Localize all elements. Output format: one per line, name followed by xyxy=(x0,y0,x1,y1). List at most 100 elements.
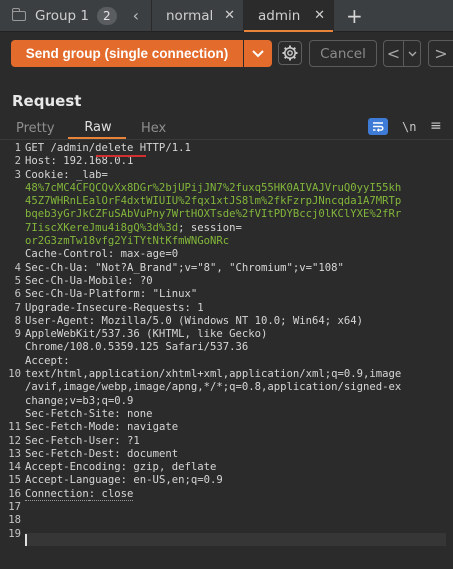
header-value: : close xyxy=(88,487,134,501)
request-pane-title: Request xyxy=(12,92,82,110)
cancel-button[interactable]: Cancel xyxy=(309,40,377,67)
line-number xyxy=(0,341,21,354)
line-number xyxy=(0,248,21,261)
request-toolbar: Send group (single connection) Cancel < … xyxy=(0,40,453,68)
spellcheck-underline xyxy=(96,155,146,157)
line-number xyxy=(0,208,21,221)
code-line: Accept-Language: en-US,en;q=0.9 xyxy=(25,474,448,487)
header-value: text/html,application/xhtml+xml,applicat… xyxy=(25,368,402,381)
line-number xyxy=(0,355,21,368)
word-wrap-button[interactable] xyxy=(368,118,388,135)
header-value: : ?0 xyxy=(127,274,153,287)
line-number: 19 xyxy=(8,527,21,540)
header-value: AppleWebKit/537.36 (KHTML, like Gecko) xyxy=(25,328,268,341)
line-number xyxy=(0,182,21,195)
header-value: : document xyxy=(114,447,179,460)
header-name: Cache-Control xyxy=(25,248,108,261)
line-number xyxy=(0,381,21,394)
line-number: 1 xyxy=(14,142,21,154)
line-number: 4 xyxy=(14,261,21,274)
send-group-button[interactable]: Send group (single connection) xyxy=(11,40,243,67)
code-line: Cookie: _lab= xyxy=(25,169,448,182)
header-value: : none xyxy=(114,407,153,420)
line-number: 9 xyxy=(14,328,21,341)
header-value: : gzip, deflate xyxy=(120,461,217,474)
header-name: Accept xyxy=(25,354,64,367)
header-name: Sec-Fetch-User xyxy=(25,434,115,447)
raw-request-editor[interactable]: 1 2 3 4 5 6 7 8 9 10 11 12 13 14 15 16 17 18 19 GET /admin… xyxy=(0,142,453,569)
header-value: : Mozilla/5.0 (Windows NT 10.0; Win64; x… xyxy=(88,314,364,327)
header-name: Sec-Fetch-Mode xyxy=(25,421,115,434)
line-number: 3 xyxy=(14,168,21,181)
code-line: /avif,image/webp,image/apng,*/*;q=0.8,ap… xyxy=(25,381,448,394)
header-name: Connection xyxy=(25,487,89,501)
code-line: Sec-Ch-Ua: "Not?A_Brand";v="8", "Chromiu… xyxy=(25,262,448,275)
line-number: 11 xyxy=(8,421,21,434)
settings-button[interactable] xyxy=(278,41,302,65)
line-number: 2 xyxy=(14,155,21,168)
hamburger-menu-icon[interactable]: ≡ xyxy=(430,118,442,134)
line-number: 8 xyxy=(14,314,21,327)
code-line: AppleWebKit/537.36 (KHTML, like Gecko) xyxy=(25,328,448,341)
active-tab-indicator xyxy=(68,137,126,139)
close-icon[interactable]: ✕ xyxy=(314,8,325,23)
code-line: text/html,application/xhtml+xml,applicat… xyxy=(25,368,448,381)
code-line: Upgrade-Insecure-Requests: 1 xyxy=(25,302,448,315)
add-tab-button[interactable]: + xyxy=(334,0,375,31)
tab-pretty[interactable]: Pretty xyxy=(16,121,55,136)
send-options-dropdown[interactable] xyxy=(244,40,272,67)
header-value: Chrome/108.0.5359.125 Safari/537.36 xyxy=(25,341,249,354)
line-number: 6 xyxy=(14,288,21,301)
close-icon[interactable]: ✕ xyxy=(224,8,235,23)
code-line: 48%7cMC4CFQCQvXx8DGr%2bjUPijJN7%2fuxq55H… xyxy=(25,182,448,195)
header-name: Accept-Language xyxy=(25,474,121,487)
header-value: : en-US,en;q=0.9 xyxy=(120,474,223,487)
show-newlines-toggle[interactable]: \n xyxy=(402,120,416,134)
line-number: 10 xyxy=(8,368,21,381)
code-line: User-Agent: Mozilla/5.0 (Windows NT 10.0… xyxy=(25,315,448,328)
chevron-left-icon[interactable]: ‹ xyxy=(133,6,143,25)
code-line: Host: 192.168.0.1 xyxy=(25,155,448,168)
line-number xyxy=(0,222,21,235)
line-number: 5 xyxy=(14,274,21,287)
request-text[interactable]: GET /admin/delete HTTP/1.1 Host: 192.168.… xyxy=(25,142,448,528)
line-number: 18 xyxy=(8,514,21,527)
code-line: Cache-Control: max-age=0 xyxy=(25,248,448,261)
header-value: : _lab= xyxy=(63,168,108,181)
header-name: Host xyxy=(25,155,51,168)
code-line: Sec-Fetch-Dest: document xyxy=(25,448,448,461)
line-number: 17 xyxy=(8,501,21,514)
header-value: : max-age=0 xyxy=(107,248,179,261)
code-line: Sec-Ch-Ua-Platform: "Linux" xyxy=(25,288,448,301)
header-name: Cookie xyxy=(25,168,64,181)
line-number: 12 xyxy=(8,434,21,447)
code-line: Chrome/108.0.5359.125 Safari/537.36 xyxy=(25,341,448,354)
tab-normal[interactable]: normal ✕ xyxy=(152,0,244,31)
line-number xyxy=(0,195,21,208)
text-caret xyxy=(25,534,27,546)
next-button[interactable]: > xyxy=(428,40,453,67)
code-line: Sec-Fetch-User: ?1 xyxy=(25,435,448,448)
header-name: Sec-Ch-Ua-Mobile xyxy=(25,274,128,287)
line-number xyxy=(0,235,21,248)
header-value: /avif,image/webp,image/apng,*/*;q=0.8,ap… xyxy=(25,381,402,394)
header-name: Sec-Ch-Ua-Platform xyxy=(25,288,140,301)
header-name: Sec-Ch-Ua xyxy=(25,261,83,274)
tab-admin[interactable]: admin ✕ xyxy=(244,0,334,32)
previous-history-dropdown[interactable] xyxy=(404,40,421,67)
tab-group-1[interactable]: Group 1 2 ‹ xyxy=(0,0,152,31)
header-value: : navigate xyxy=(114,421,179,434)
line-number xyxy=(0,408,21,421)
previous-button[interactable]: < xyxy=(383,40,404,67)
header-value: : "Not?A_Brand";v="8", "Chromium";v="108… xyxy=(82,261,344,274)
wrap-lines-icon xyxy=(373,122,384,132)
line-number: 16 xyxy=(8,487,21,500)
cookie-value: or2G3zmTw18vfg2YiTYtNtKfmWNGoNRc xyxy=(25,235,230,248)
code-line: Accept-Encoding: gzip, deflate xyxy=(25,461,448,474)
header-value: : "Linux" xyxy=(139,288,198,301)
tab-raw[interactable]: Raw xyxy=(70,120,126,135)
code-line: 7IiscXKereJmu4i8gQ%3d%3d; session= xyxy=(25,222,448,235)
code-line: 45Z7WHRnLEalOrF4dxtWIUIU%2fqx1xtJS8lm%2f… xyxy=(25,195,448,208)
tab-hex[interactable]: Hex xyxy=(141,121,166,136)
